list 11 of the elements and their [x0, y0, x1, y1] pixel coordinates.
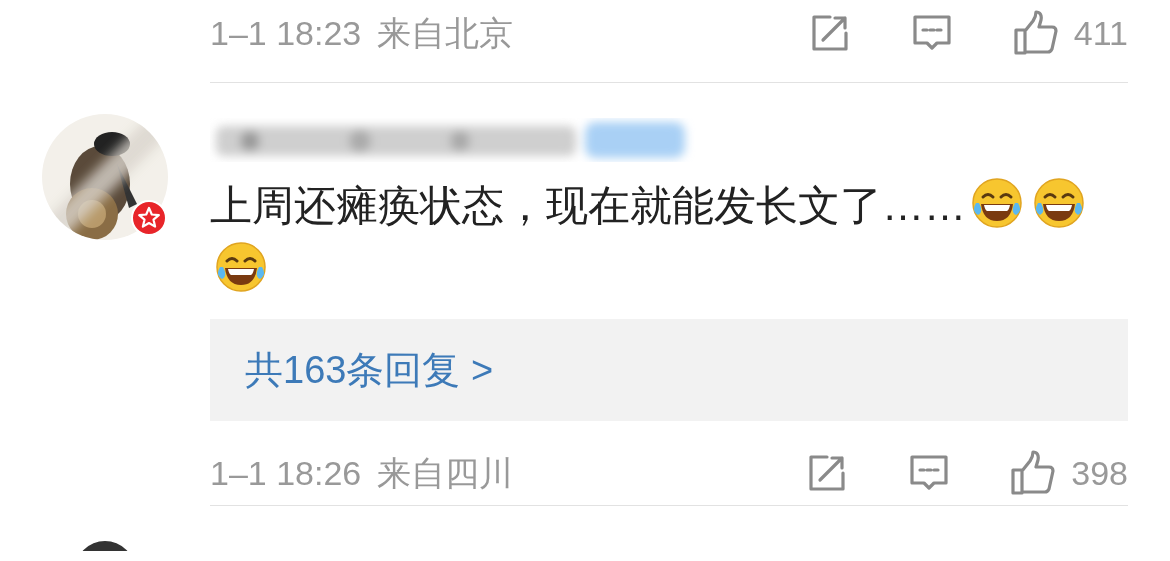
- like-icon[interactable]: [1009, 449, 1058, 497]
- timestamp: 1–1 18:23: [210, 12, 362, 54]
- like-icon[interactable]: [1011, 9, 1060, 57]
- like-count: 411: [1073, 12, 1128, 54]
- comment-sentence: 上周还瘫痪状态，现在就能发长文了……: [210, 182, 966, 229]
- timestamp: 1–1 18:26: [210, 452, 362, 494]
- replies-link[interactable]: 共163条回复 >: [210, 319, 1128, 421]
- location-text: 来自四川: [377, 452, 514, 494]
- location-text: 来自北京: [377, 12, 514, 54]
- verified-badge-icon: [131, 200, 167, 236]
- like-count: 398: [1071, 452, 1128, 494]
